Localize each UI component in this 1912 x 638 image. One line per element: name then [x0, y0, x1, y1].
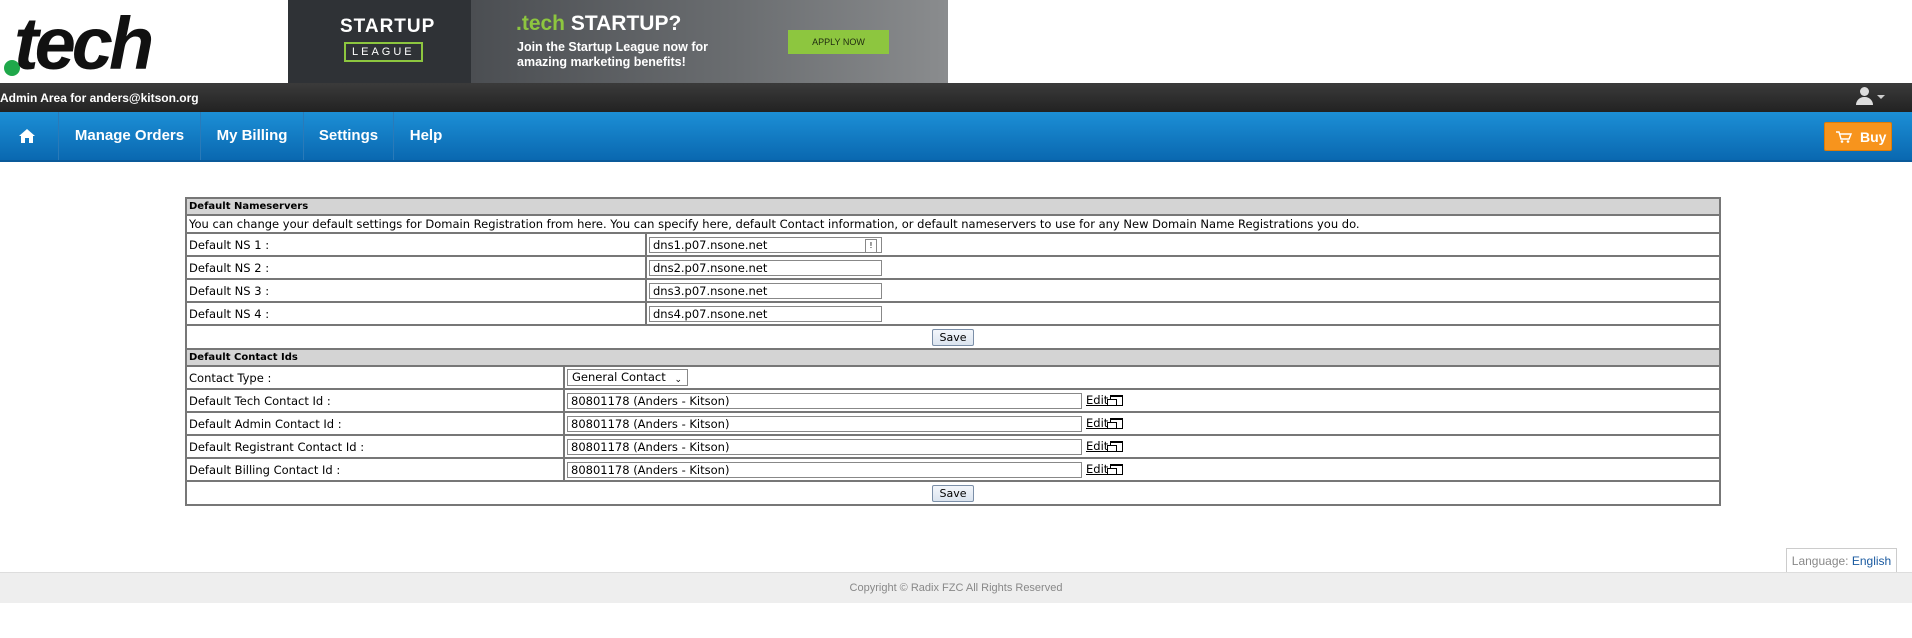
ns-label: Default NS 1 : [185, 232, 647, 257]
contact-row: Default Admin Contact Id : 80801178 (And… [185, 411, 1721, 436]
contact-row: Default Registrant Contact Id : 80801178… [185, 434, 1721, 459]
contact-label: Default Billing Contact Id : [185, 457, 565, 482]
user-icon-body [1856, 97, 1873, 105]
ns2-input[interactable]: dns2.p07.nsone.net [649, 259, 882, 276]
ns-row: Default NS 2 : dns2.p07.nsone.net [185, 255, 1721, 280]
chevron-down-icon [1877, 95, 1885, 99]
nav-my-billing[interactable]: My Billing [201, 112, 304, 160]
banner-headline-rest: STARTUP? [565, 12, 682, 35]
contact-type-label: Contact Type : [185, 365, 565, 390]
language-label: Language: [1791, 554, 1849, 568]
apply-now-button[interactable]: APPLY NOW [788, 30, 889, 54]
ns-label: Default NS 3 : [185, 278, 647, 303]
user-icon [1860, 87, 1869, 96]
ns3-input[interactable]: dns3.p07.nsone.net [649, 282, 882, 299]
ns-row: Default NS 1 : dns1.p07.nsone.net! [185, 232, 1721, 257]
cart-icon [1836, 131, 1852, 143]
new-window-icon [1107, 395, 1124, 406]
new-window-icon [1107, 418, 1124, 429]
nav-help[interactable]: Help [394, 112, 458, 160]
buy-button[interactable]: Buy [1824, 122, 1892, 151]
save-contacts-button[interactable]: Save [932, 484, 974, 502]
ns-row: Default NS 4 : dns4.p07.nsone.net [185, 301, 1721, 326]
main-nav: Manage Orders My Billing Settings Help B… [0, 112, 1912, 162]
contact-type-select[interactable]: General Contact ⌄ [567, 369, 688, 386]
nav-home[interactable] [0, 112, 59, 160]
footer: Copyright © Radix FZC All Rights Reserve… [0, 572, 1912, 603]
ns-label: Default NS 2 : [185, 255, 647, 280]
contact-type-value: General Contact [572, 370, 666, 384]
contacts-table: Default Contact Ids Contact Type : Gener… [185, 348, 1721, 506]
nameservers-table: Default Nameservers You can change your … [185, 197, 1721, 350]
contact-label: Default Admin Contact Id : [185, 411, 565, 436]
ns1-value: dns1.p07.nsone.net [653, 237, 768, 252]
new-window-icon [1107, 441, 1124, 452]
edit-billing-contact-link[interactable]: Edit [1086, 462, 1108, 476]
chevron-down-icon: ⌄ [674, 375, 682, 385]
home-icon [19, 129, 35, 143]
billing-contact-input[interactable]: 80801178 (Anders - Kitson) [567, 461, 1082, 478]
admin-contact-input[interactable]: 80801178 (Anders - Kitson) [567, 415, 1082, 432]
admin-bar: Admin Area for anders@kitson.org [0, 83, 1912, 112]
logo-text: tech [14, 2, 154, 85]
language-link[interactable]: English [1852, 554, 1891, 568]
nameservers-description: You can change your default settings for… [185, 214, 1721, 234]
contact-label: Default Registrant Contact Id : [185, 434, 565, 459]
edit-registrant-contact-link[interactable]: Edit [1086, 439, 1108, 453]
buy-label: Buy [1860, 129, 1887, 145]
language-selector[interactable]: Language: English [1786, 548, 1897, 574]
banner-headline-prefix: .tech [516, 12, 566, 35]
edit-admin-contact-link[interactable]: Edit [1086, 416, 1108, 430]
league-bottom-text: LEAGUE [344, 42, 423, 62]
contact-row: Default Billing Contact Id : 80801178 (A… [185, 457, 1721, 482]
registrant-contact-input[interactable]: 80801178 (Anders - Kitson) [567, 438, 1082, 455]
tech-contact-input[interactable]: 80801178 (Anders - Kitson) [567, 392, 1082, 409]
banner-subtext: Join the Startup League now for amazing … [517, 40, 708, 69]
startup-league-badge: STARTUP LEAGUE [288, 0, 471, 83]
promo-banner[interactable]: STARTUP LEAGUE .tech STARTUP? Join the S… [288, 0, 948, 83]
save-nameservers-button[interactable]: Save [932, 328, 974, 346]
league-top-text: STARTUP [340, 16, 436, 37]
ns-row: Default NS 3 : dns3.p07.nsone.net [185, 278, 1721, 303]
contact-row: Default Tech Contact Id : 80801178 (Ande… [185, 388, 1721, 413]
contacts-section-title: Default Contact Ids [185, 348, 1721, 367]
nav-settings[interactable]: Settings [304, 112, 394, 160]
ns-label: Default NS 4 : [185, 301, 647, 326]
user-menu[interactable] [1855, 87, 1887, 107]
ns4-input[interactable]: dns4.p07.nsone.net [649, 305, 882, 322]
edit-tech-contact-link[interactable]: Edit [1086, 393, 1108, 407]
banner-headline: .tech STARTUP? [516, 12, 681, 36]
brand-logo[interactable]: tech [0, 2, 175, 85]
admin-area-text: Admin Area for anders@kitson.org [0, 91, 199, 105]
copyright-text: Copyright © Radix FZC All Rights Reserve… [849, 582, 1063, 594]
new-window-icon [1107, 464, 1124, 475]
ns1-input[interactable]: dns1.p07.nsone.net! [649, 236, 882, 253]
settings-content: Default Nameservers You can change your … [185, 197, 1721, 506]
nav-manage-orders[interactable]: Manage Orders [59, 112, 201, 160]
autofill-key-icon[interactable]: ! [865, 238, 877, 253]
contact-label: Default Tech Contact Id : [185, 388, 565, 413]
nameservers-section-title: Default Nameservers [185, 197, 1721, 216]
header: tech STARTUP LEAGUE .tech STARTUP? Join … [0, 0, 1912, 85]
